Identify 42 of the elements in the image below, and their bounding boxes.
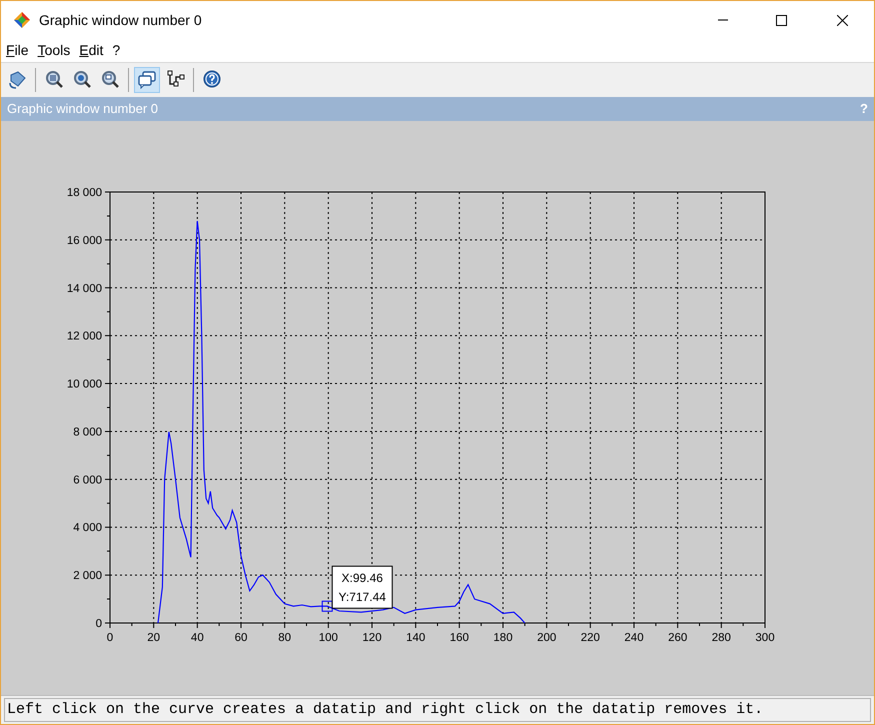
datatip-box [332, 566, 393, 609]
datatip-button[interactable] [134, 66, 160, 93]
x-tick-label: 300 [755, 632, 775, 644]
y-tick-label: 10 000 [66, 378, 102, 390]
x-tick-label: 100 [318, 632, 338, 644]
y-tick-label: 18 000 [66, 186, 102, 199]
y-tick-label: 12 000 [66, 330, 102, 343]
datatip-marker[interactable] [322, 600, 333, 612]
menu-item[interactable]: Edit [79, 40, 104, 61]
window-title: Graphic window number 0 [39, 10, 202, 30]
y-tick-label: 6 000 [73, 474, 102, 486]
x-tick-label: 260 [668, 632, 688, 644]
x-tick-label: 240 [624, 632, 644, 644]
x-tick-label: 120 [362, 632, 382, 644]
x-tick-label: 220 [580, 632, 600, 644]
data-line[interactable] [157, 220, 526, 624]
status-message: Left click on the curve creates a datatip and right click on the datatip removes it. [4, 698, 871, 722]
y-tick-label: 0 [96, 618, 102, 630]
x-tick-label: 160 [450, 632, 469, 644]
app-logo-icon [13, 11, 31, 29]
datatip-text: X:99.46 [342, 571, 383, 586]
y-tick-label: 16 000 [66, 234, 102, 247]
panel-title: Graphic window number 0 [7, 100, 158, 118]
y-tick-label: 2 000 [73, 570, 102, 582]
x-tick-label: 280 [712, 632, 731, 644]
x-tick-label: 60 [234, 632, 248, 644]
x-tick-label: 180 [493, 632, 513, 644]
x-tick-label: 20 [147, 632, 160, 644]
menu-item[interactable]: Tools [38, 40, 70, 61]
menu-item[interactable]: ? [112, 40, 120, 61]
maximize-icon[interactable] [776, 14, 786, 26]
menu-item[interactable]: File [6, 40, 29, 61]
x-tick-label: 0 [106, 632, 114, 644]
x-tick-label: 80 [278, 632, 292, 644]
datatip-text: Y:717.44 [338, 590, 386, 604]
y-tick-label: 8 000 [73, 426, 102, 438]
x-tick-label: 140 [406, 632, 426, 644]
close-icon[interactable] [836, 14, 848, 26]
y-tick-label: 14 000 [66, 282, 102, 295]
x-tick-label: 40 [190, 632, 204, 644]
x-tick-label: 200 [537, 632, 556, 644]
y-tick-label: 4 000 [73, 522, 102, 534]
